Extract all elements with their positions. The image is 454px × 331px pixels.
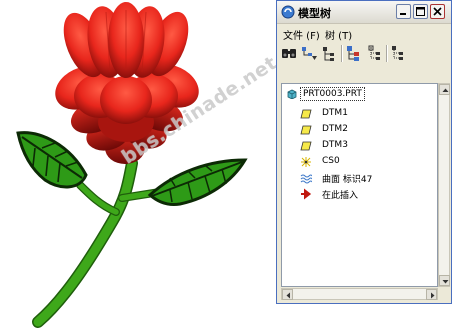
minimize-icon [400, 13, 406, 15]
menu-file[interactable]: 文件 (F) [283, 27, 320, 42]
right-leaf [147, 158, 248, 206]
app-icon [281, 5, 295, 19]
coordinate-system-icon [301, 157, 311, 167]
insert-here-arrow-icon [301, 188, 312, 200]
arrow-down-icon [442, 280, 449, 284]
left-leaf [16, 131, 88, 189]
tree-item-label: DTM2 [322, 124, 348, 134]
horizontal-scrollbar[interactable] [281, 288, 438, 300]
window-title: 模型树 [298, 7, 331, 20]
tree-filter-icon[interactable] [300, 44, 318, 62]
menu-tree[interactable]: 树 (T) [325, 27, 352, 42]
datum-plane-icon [300, 125, 312, 135]
title-bar[interactable]: 模型树 [277, 1, 451, 24]
arrow-up-icon [442, 88, 449, 92]
datum-plane-icon [300, 109, 312, 119]
scroll-left-button[interactable] [282, 289, 293, 300]
tree-item-label: DTM1 [322, 108, 348, 118]
toolbar [278, 43, 450, 65]
arrow-right-icon [431, 292, 435, 299]
find-binoculars-icon[interactable] [281, 44, 297, 62]
model-tree-window: 模型树 文件 (F) 树 (T) PRT0003.PRT DTM1 DTM2 D… [276, 0, 452, 304]
maximize-icon [416, 7, 425, 16]
tree-root-part[interactable]: PRT0003.PRT [300, 87, 365, 101]
menu-bar: 文件 (F) 树 (T) [277, 24, 451, 42]
model-tree-panel[interactable]: PRT0003.PRT DTM1 DTM2 DTM3 CS0 曲面 标识47 在… [281, 83, 438, 287]
tree-columns-icon[interactable] [321, 44, 337, 62]
minimize-button[interactable] [396, 4, 411, 19]
scroll-up-button[interactable] [439, 84, 450, 95]
part-icon [287, 89, 297, 99]
close-button[interactable] [430, 4, 445, 19]
surface-icon [300, 174, 312, 184]
datum-plane-icon [300, 141, 312, 151]
arrow-left-icon [286, 292, 290, 299]
vertical-scrollbar[interactable] [438, 83, 450, 287]
tree-item-label: 在此插入 [322, 191, 359, 201]
scroll-right-button[interactable] [426, 289, 437, 300]
settings-tree-icon[interactable] [346, 44, 364, 62]
tree-item-label: 曲面 标识47 [322, 175, 373, 185]
maximize-button[interactable] [413, 4, 428, 19]
close-icon [433, 7, 442, 16]
toolbar-separator [386, 45, 388, 62]
tree-item-label: CS0 [322, 156, 340, 166]
scroll-down-button[interactable] [439, 275, 450, 286]
flower-head [55, 2, 199, 164]
collapse-tree-icon[interactable] [390, 44, 406, 62]
expand-tree-icon[interactable] [367, 44, 383, 62]
tree-item-label: DTM3 [322, 140, 348, 150]
toolbar-separator [341, 45, 343, 62]
